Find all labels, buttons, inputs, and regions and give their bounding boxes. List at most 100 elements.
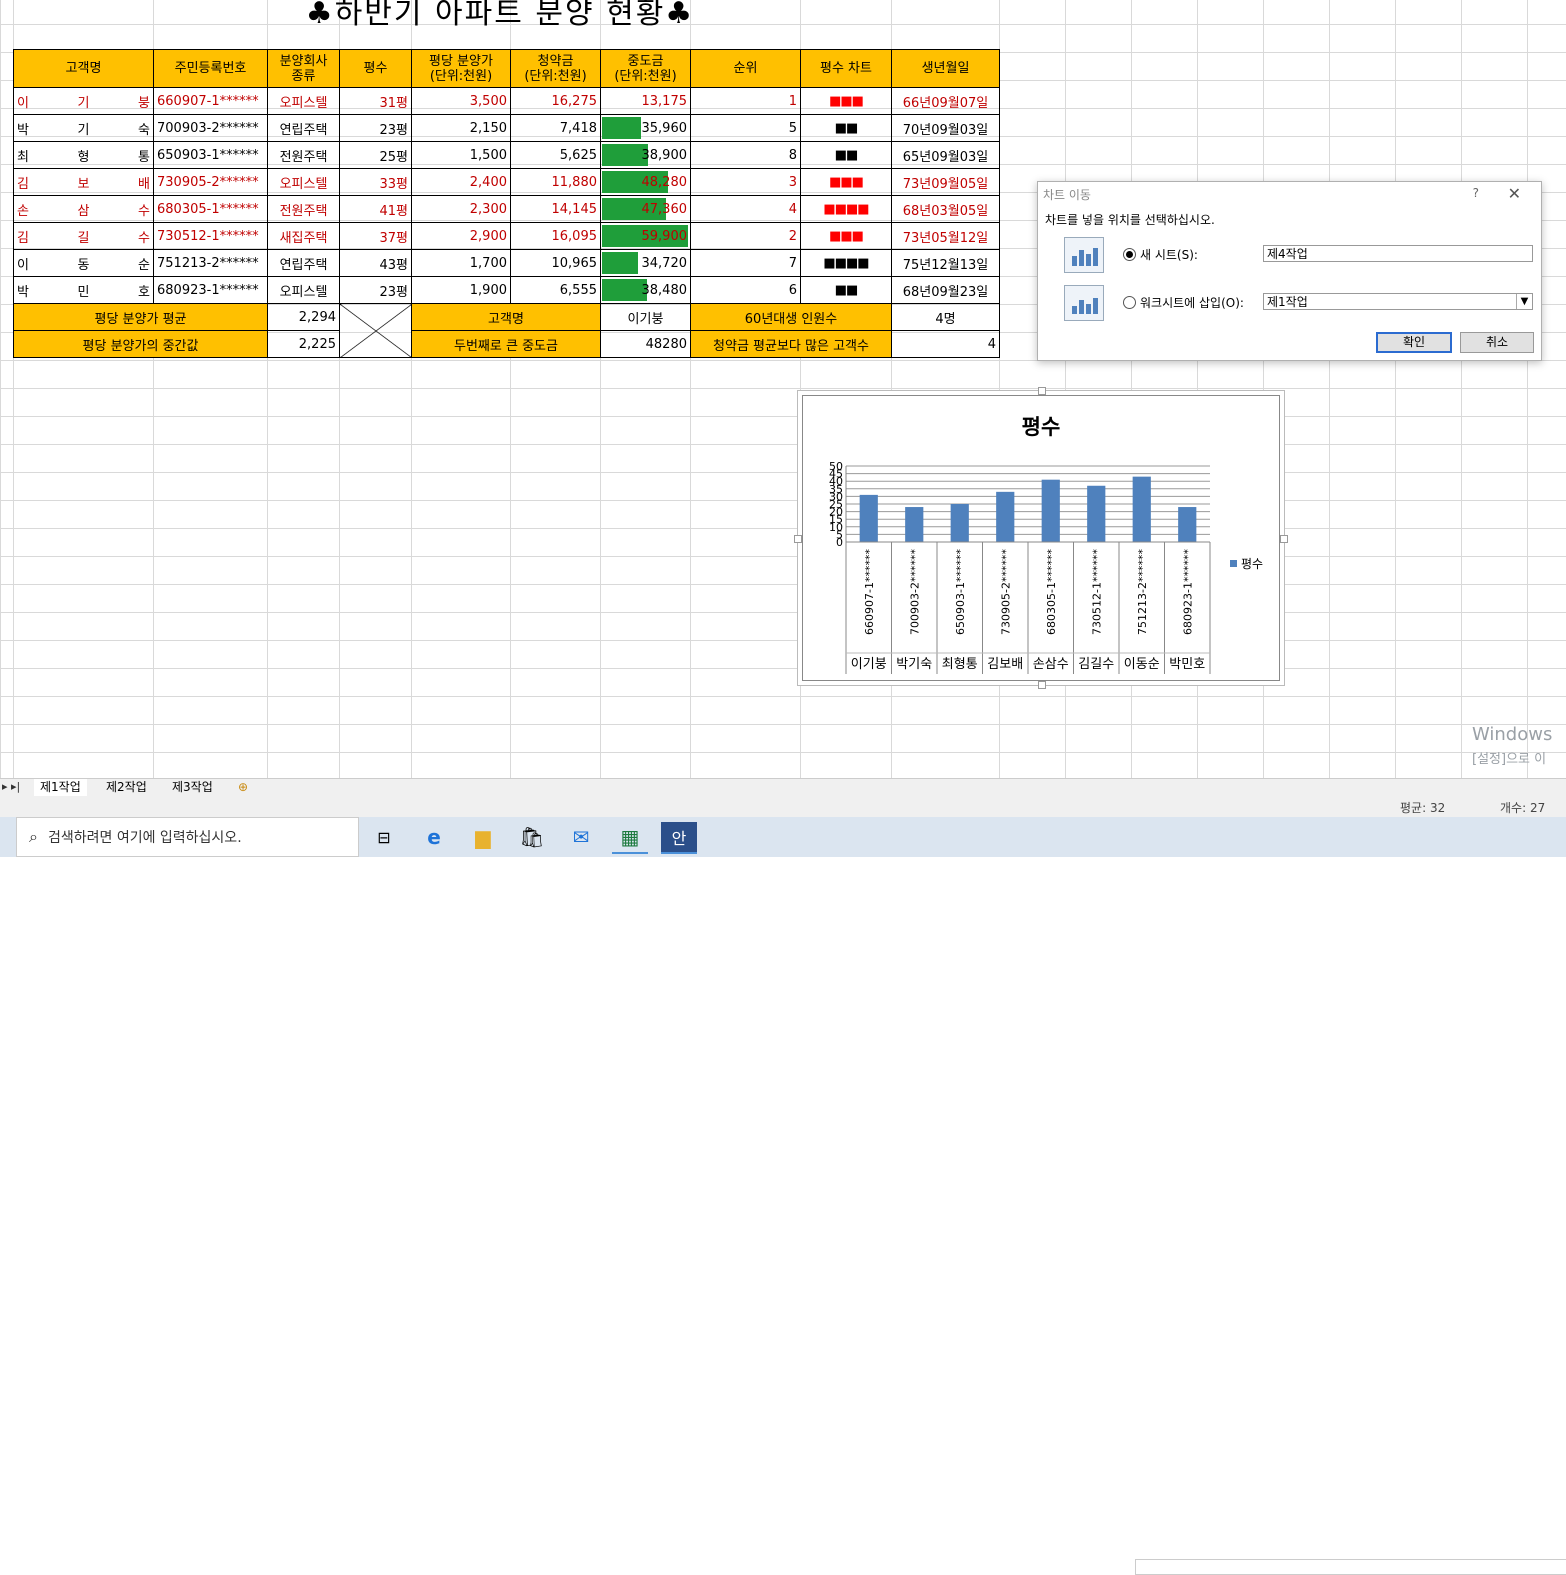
tab-sheet2[interactable]: 제2작업 xyxy=(100,779,153,796)
second-label[interactable]: 두번째로 큰 중도금 xyxy=(411,330,601,358)
birth-cell[interactable]: 73년09월05일 xyxy=(891,168,1000,196)
rank-cell[interactable]: 2 xyxy=(690,222,801,250)
subscription-cell[interactable]: 16,275 xyxy=(510,87,601,115)
dialog-titlebar[interactable]: 차트 이동 ? ✕ xyxy=(1038,182,1541,206)
size-chart-cell[interactable]: ■■■■ xyxy=(800,195,892,223)
customer-name-cell[interactable]: 김보배 xyxy=(13,168,154,196)
chart-object[interactable]: 평수 0 5 10 15 20 25 30 35 40 45 50 660907-1****** 이기붕 7… xyxy=(794,387,1288,689)
size-cell[interactable]: 31평 xyxy=(339,87,412,115)
price-cell[interactable]: 1,500 xyxy=(411,141,511,169)
resident-id-cell[interactable]: 680305-1****** xyxy=(153,195,268,223)
taskbar-search[interactable]: ⌕ 검색하려면 여기에 입력하십시오. xyxy=(16,817,359,857)
add-sheet-icon[interactable]: ⊕ xyxy=(232,779,254,796)
file-explorer-icon[interactable]: ▆ xyxy=(465,822,501,852)
customer-name-cell[interactable]: 이동순 xyxy=(13,249,154,277)
subscription-cell[interactable]: 6,555 xyxy=(510,276,601,304)
size-chart-cell[interactable]: ■■■ xyxy=(800,222,892,250)
object-in-radio[interactable] xyxy=(1123,296,1136,309)
tab-sheet3[interactable]: 제3작업 xyxy=(166,779,219,796)
mail-icon[interactable]: ✉ xyxy=(563,822,599,852)
size-cell[interactable]: 37평 xyxy=(339,222,412,250)
ok-button[interactable]: 확인 xyxy=(1376,332,1452,353)
size-chart-cell[interactable]: ■■■ xyxy=(800,87,892,115)
rank-cell[interactable]: 6 xyxy=(690,276,801,304)
size-cell[interactable]: 41평 xyxy=(339,195,412,223)
resident-id-cell[interactable]: 700903-2****** xyxy=(153,114,268,142)
object-in-option[interactable]: 워크시트에 삽입(O): xyxy=(1123,294,1244,311)
company-type-cell[interactable]: 오피스텔 xyxy=(267,87,340,115)
task-view-icon[interactable]: ⊟ xyxy=(366,822,402,852)
column-header[interactable]: 평수 차트 xyxy=(800,49,892,88)
size-chart-cell[interactable]: ■■■■ xyxy=(800,249,892,277)
customer-name-cell[interactable]: 이기붕 xyxy=(13,87,154,115)
subscription-cell[interactable]: 5,625 xyxy=(510,141,601,169)
size-cell[interactable]: 23평 xyxy=(339,276,412,304)
column-header[interactable]: 고객명 xyxy=(13,49,154,88)
company-type-cell[interactable]: 연립주택 xyxy=(267,114,340,142)
sixties-label[interactable]: 60년대생 인원수 xyxy=(690,303,892,331)
resident-id-cell[interactable]: 730905-2****** xyxy=(153,168,268,196)
tab-scroll-icon[interactable]: ▸ ▸| xyxy=(2,780,20,793)
subscription-cell[interactable]: 10,965 xyxy=(510,249,601,277)
interim-cell[interactable]: 59,900 xyxy=(600,222,691,250)
interim-cell[interactable]: 35,960 xyxy=(600,114,691,142)
size-chart-cell[interactable]: ■■ xyxy=(800,276,892,304)
resident-id-cell[interactable]: 730512-1****** xyxy=(153,222,268,250)
birth-cell[interactable]: 66년09월07일 xyxy=(891,87,1000,115)
rank-cell[interactable]: 7 xyxy=(690,249,801,277)
customer-name-cell[interactable]: 박기숙 xyxy=(13,114,154,142)
subscription-cell[interactable]: 7,418 xyxy=(510,114,601,142)
price-cell[interactable]: 1,900 xyxy=(411,276,511,304)
birth-cell[interactable]: 68년03월05일 xyxy=(891,195,1000,223)
customer-name-cell[interactable]: 손삼수 xyxy=(13,195,154,223)
cust-label[interactable]: 고객명 xyxy=(411,303,601,331)
cust-value[interactable]: 이기붕 xyxy=(600,303,691,331)
new-sheet-radio[interactable] xyxy=(1123,248,1136,261)
help-icon[interactable]: ? xyxy=(1473,186,1479,200)
column-header[interactable]: 중도금 (단위:천원) xyxy=(600,49,691,88)
resident-id-cell[interactable]: 751213-2****** xyxy=(153,249,268,277)
customer-name-cell[interactable]: 박민호 xyxy=(13,276,154,304)
interim-cell[interactable]: 34,720 xyxy=(600,249,691,277)
interim-cell[interactable]: 48,280 xyxy=(600,168,691,196)
price-cell[interactable]: 2,400 xyxy=(411,168,511,196)
company-type-cell[interactable]: 전원주택 xyxy=(267,195,340,223)
avg-label[interactable]: 평당 분양가 평균 xyxy=(13,303,268,331)
subscription-cell[interactable]: 14,145 xyxy=(510,195,601,223)
subscription-cell[interactable]: 11,880 xyxy=(510,168,601,196)
column-header[interactable]: 주민등록번호 xyxy=(153,49,268,88)
column-header[interactable]: 생년월일 xyxy=(891,49,1000,88)
birth-cell[interactable]: 73년05월12일 xyxy=(891,222,1000,250)
birth-cell[interactable]: 70년09월03일 xyxy=(891,114,1000,142)
company-type-cell[interactable]: 새집주택 xyxy=(267,222,340,250)
median-value[interactable]: 2,225 xyxy=(267,330,340,358)
column-header[interactable]: 순위 xyxy=(690,49,801,88)
price-cell[interactable]: 2,300 xyxy=(411,195,511,223)
above-value[interactable]: 4 xyxy=(891,330,1000,358)
column-header[interactable]: 청약금 (단위:천원) xyxy=(510,49,601,88)
column-header[interactable]: 평당 분양가 (단위:천원) xyxy=(411,49,511,88)
resident-id-cell[interactable]: 680923-1****** xyxy=(153,276,268,304)
interim-cell[interactable]: 38,900 xyxy=(600,141,691,169)
second-value[interactable]: 48280 xyxy=(600,330,691,358)
sixties-value[interactable]: 4명 xyxy=(891,303,1000,331)
interim-cell[interactable]: 13,175 xyxy=(600,87,691,115)
horizontal-scrollbar[interactable] xyxy=(1135,1559,1566,1575)
size-chart-cell[interactable]: ■■ xyxy=(800,114,892,142)
new-sheet-name-input[interactable]: 제4작업 xyxy=(1263,245,1533,262)
object-in-select[interactable]: 제1작업 ▼ xyxy=(1263,293,1533,310)
crossed-cell[interactable] xyxy=(339,303,412,358)
price-cell[interactable]: 2,900 xyxy=(411,222,511,250)
chevron-down-icon[interactable]: ▼ xyxy=(1516,294,1532,309)
store-icon[interactable]: 🛍 xyxy=(514,822,550,852)
median-label[interactable]: 평당 분양가의 중간값 xyxy=(13,330,268,358)
avg-value[interactable]: 2,294 xyxy=(267,303,340,331)
cancel-button[interactable]: 취소 xyxy=(1460,332,1534,353)
hangul-icon[interactable]: 안 xyxy=(661,822,697,854)
company-type-cell[interactable]: 오피스텔 xyxy=(267,276,340,304)
new-sheet-option[interactable]: 새 시트(S): xyxy=(1123,246,1198,263)
edge-icon[interactable]: e xyxy=(416,822,452,852)
company-type-cell[interactable]: 연립주택 xyxy=(267,249,340,277)
size-chart-cell[interactable]: ■■ xyxy=(800,141,892,169)
size-cell[interactable]: 25평 xyxy=(339,141,412,169)
